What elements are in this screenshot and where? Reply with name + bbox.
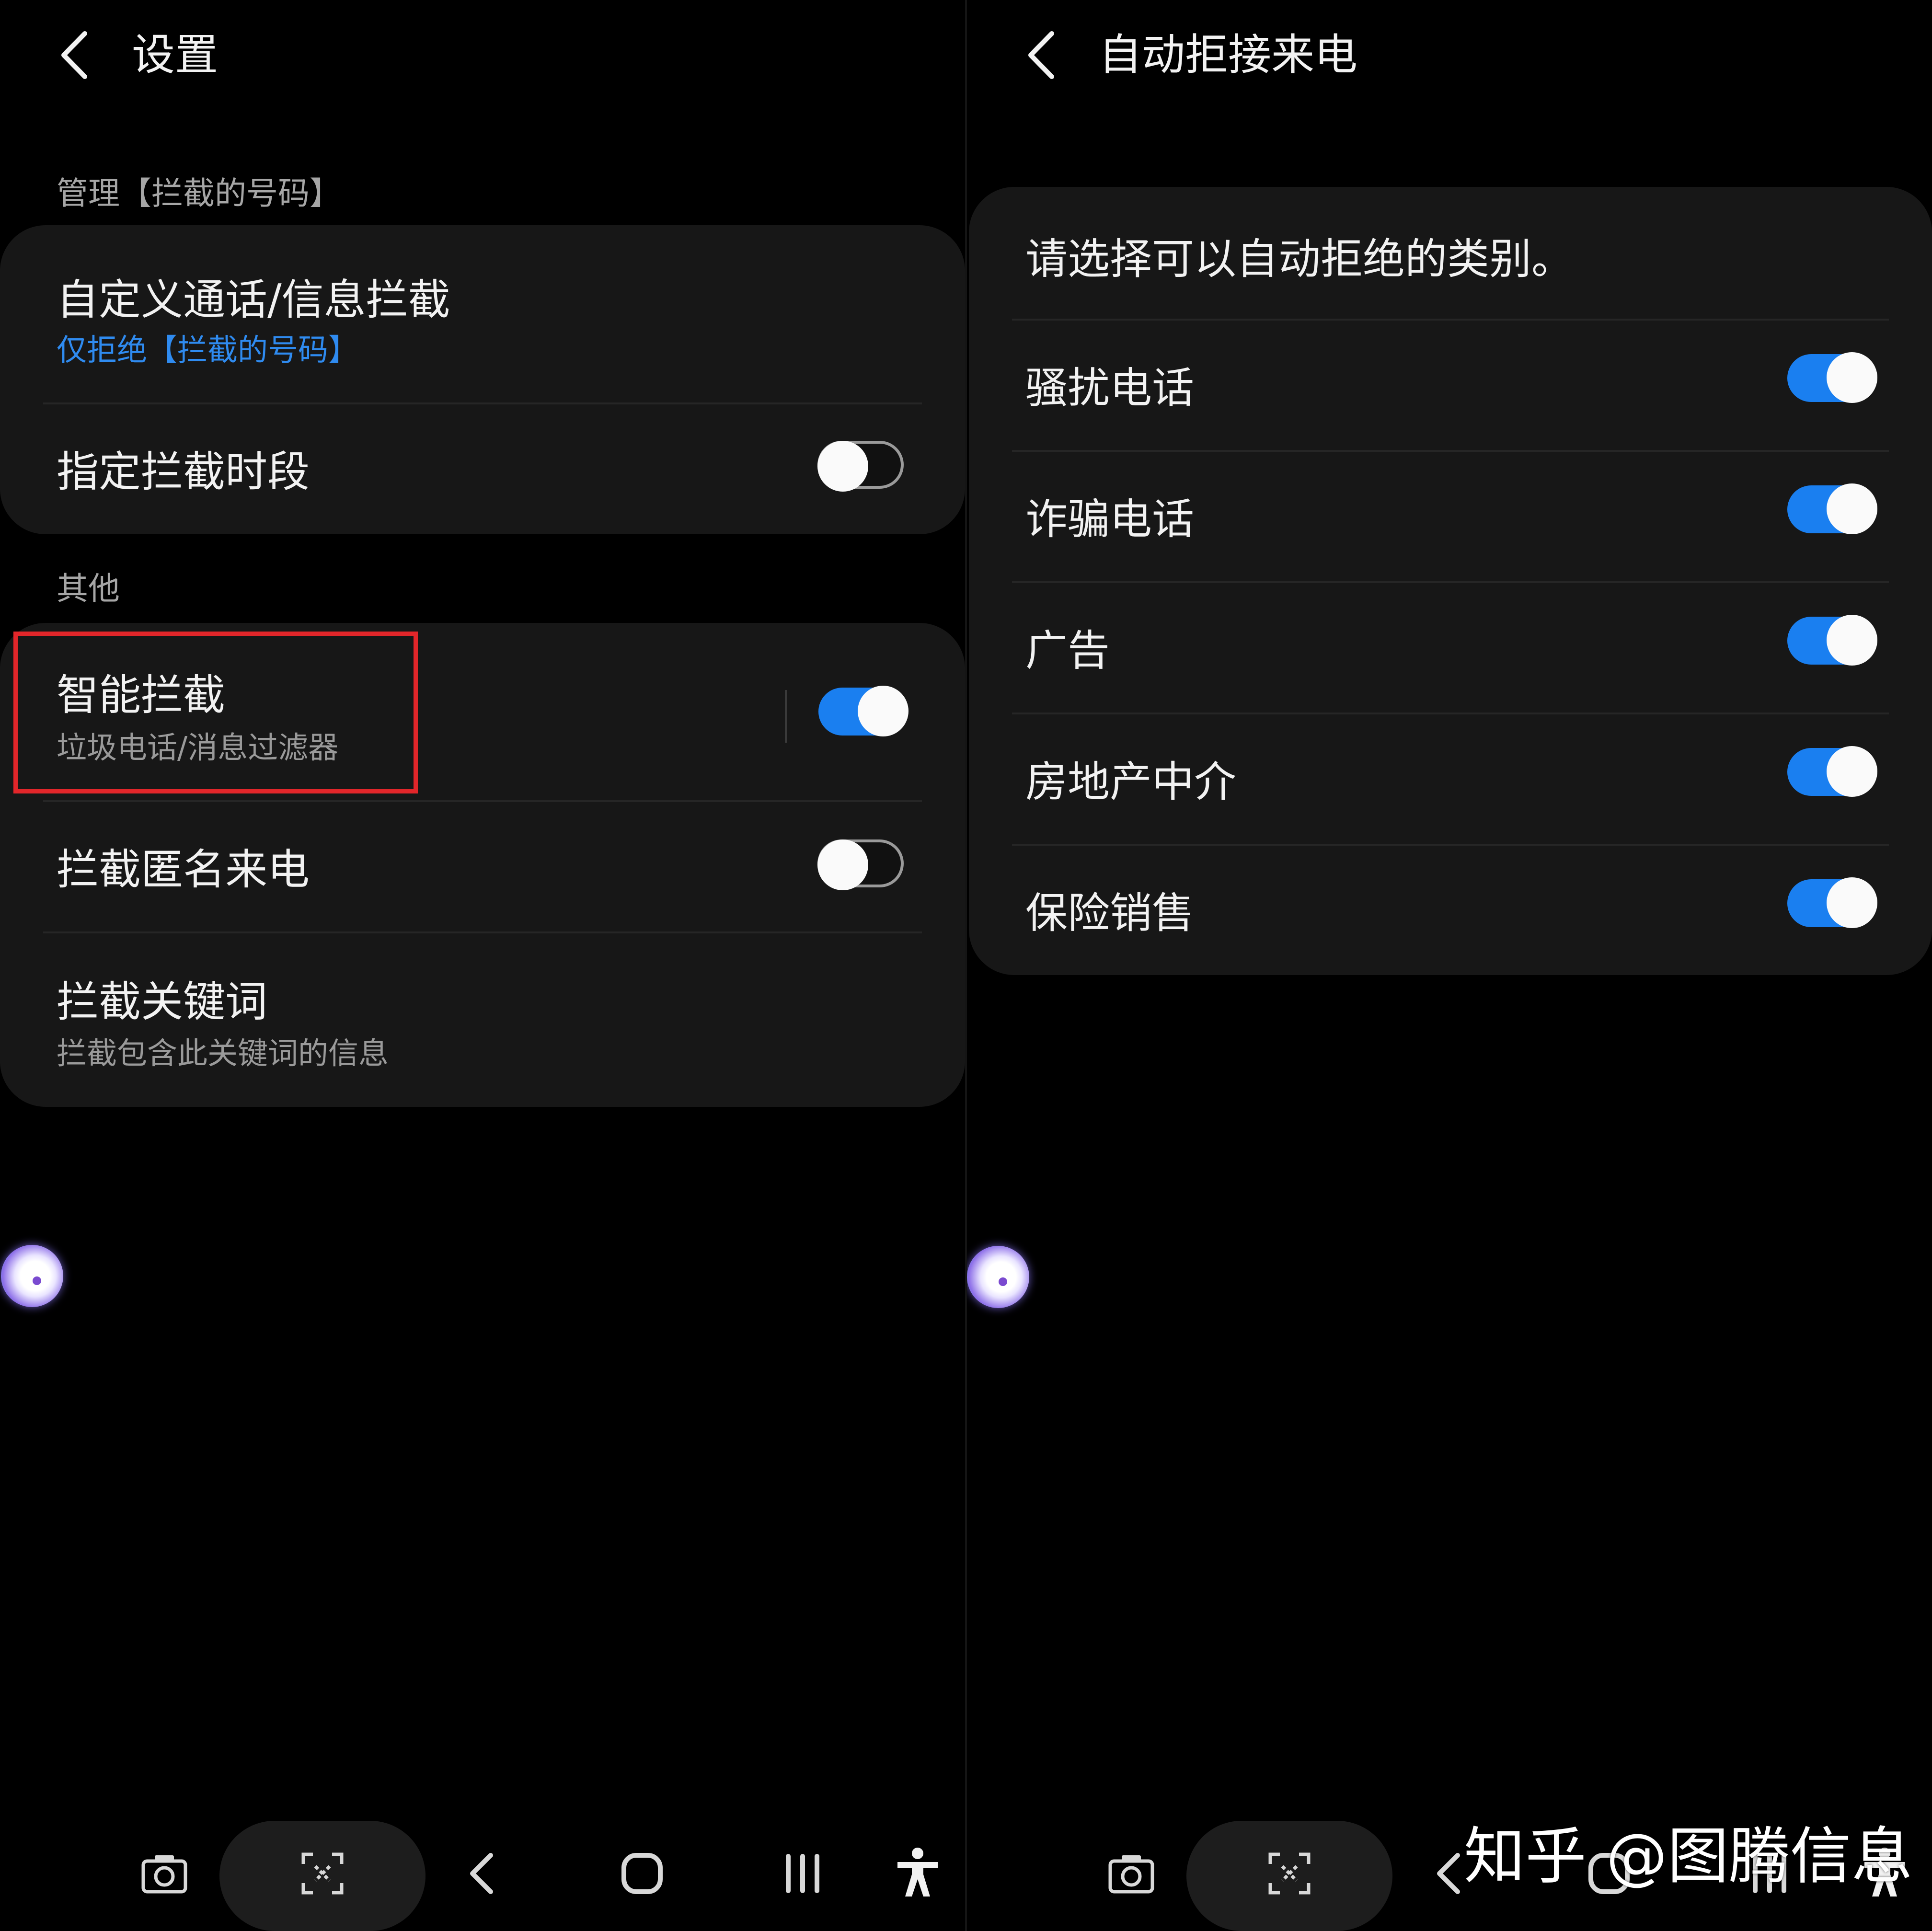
anonymous-block-title: 拦截匿名来电 <box>57 845 310 894</box>
category-toggle[interactable] <box>1787 615 1877 666</box>
category-label: 诈骗电话 <box>1025 494 1195 544</box>
category-label: 保险销售 <box>1025 888 1195 938</box>
page-title: 设置 <box>132 30 218 80</box>
keyword-block-title: 拦截关键词 <box>57 977 268 1026</box>
settings-screen: 设置 管理【拦截的号码】 自定义通话/信息拦截 仅拒绝【拦截的号码】 指定拦截时… <box>0 0 965 1931</box>
row-divider <box>785 690 787 743</box>
back-icon[interactable] <box>55 29 93 81</box>
custom-block-row[interactable]: 自定义通话/信息拦截 仅拒绝【拦截的号码】 <box>0 225 965 402</box>
category-toggle[interactable] <box>1787 877 1877 928</box>
schedule-block-toggle[interactable] <box>817 441 904 492</box>
home-icon[interactable] <box>613 1845 671 1902</box>
custom-block-title: 自定义通话/信息拦截 <box>57 275 450 324</box>
scan-icon <box>1261 1845 1318 1902</box>
category-toggle[interactable] <box>1787 352 1877 403</box>
section-header-other: 其他 <box>57 570 120 607</box>
scan-icon <box>294 1845 351 1902</box>
category-toggle[interactable] <box>1787 746 1877 797</box>
category-toggle[interactable] <box>1787 483 1877 534</box>
scan-button[interactable] <box>1186 1821 1392 1931</box>
category-row-realestate[interactable]: 房地产中介 <box>969 714 1932 844</box>
schedule-block-row[interactable]: 指定拦截时段 <box>0 404 965 534</box>
schedule-block-title: 指定拦截时段 <box>57 447 310 496</box>
manage-card: 自定义通话/信息拦截 仅拒绝【拦截的号码】 指定拦截时段 <box>0 225 965 534</box>
watermark-text: 知乎 @图腾信息 <box>1464 1821 1913 1892</box>
camera-icon[interactable] <box>1103 1845 1160 1902</box>
smart-block-toggle[interactable] <box>818 686 908 736</box>
keyword-block-subtitle: 拦截包含此关键词的信息 <box>57 1036 389 1071</box>
anonymous-block-toggle[interactable] <box>817 839 904 890</box>
page-title: 自动拒接来电 <box>1099 30 1357 80</box>
category-label: 骚扰电话 <box>1025 363 1195 413</box>
header: 自动拒接来电 <box>967 0 1932 110</box>
section-header-manage: 管理【拦截的号码】 <box>57 175 341 212</box>
keyword-block-row[interactable]: 拦截关键词 拦截包含此关键词的信息 <box>0 933 965 1107</box>
category-label: 广告 <box>1025 626 1110 675</box>
category-row-harassment[interactable]: 骚扰电话 <box>969 321 1932 450</box>
highlight-box <box>13 632 418 793</box>
accessibility-icon[interactable] <box>889 1845 946 1902</box>
back-icon[interactable] <box>1022 29 1060 81</box>
recents-icon[interactable] <box>774 1845 831 1902</box>
category-card: 请选择可以自动拒绝的类别。 骚扰电话 诈骗电话 广告 房地产中介 保险销售 <box>969 187 1932 975</box>
camera-icon[interactable] <box>136 1845 193 1902</box>
category-row-fraud[interactable]: 诈骗电话 <box>969 452 1932 581</box>
anonymous-block-row[interactable]: 拦截匿名来电 <box>0 802 965 931</box>
category-intro: 请选择可以自动拒绝的类别。 <box>1025 234 1574 284</box>
scan-button[interactable] <box>219 1821 426 1931</box>
category-row-insurance[interactable]: 保险销售 <box>969 846 1932 975</box>
category-row-ads[interactable]: 广告 <box>969 583 1932 713</box>
navigation-bar <box>0 1806 965 1931</box>
assistant-float-icon[interactable] <box>1 1245 63 1307</box>
header: 设置 <box>0 0 965 110</box>
custom-block-subtitle: 仅拒绝【拦截的号码】 <box>57 333 358 368</box>
category-label: 房地产中介 <box>1025 757 1237 806</box>
auto-reject-screen: 自动拒接来电 请选择可以自动拒绝的类别。 骚扰电话 诈骗电话 广告 房地产中介 … <box>967 0 1932 1931</box>
assistant-float-icon[interactable] <box>967 1246 1029 1308</box>
nav-back-icon[interactable] <box>455 1845 513 1902</box>
